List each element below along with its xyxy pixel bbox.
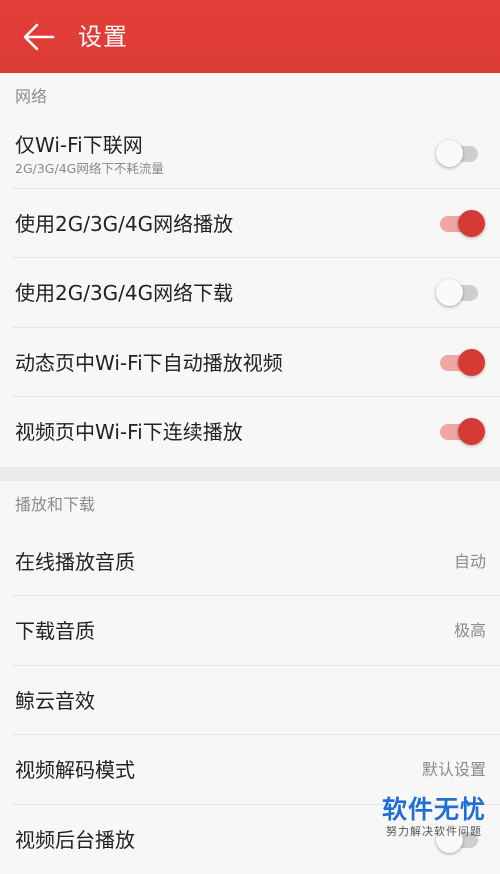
- setting-video-decode[interactable]: 视频解码模式 默认设置: [13, 735, 500, 805]
- setting-mobile-download[interactable]: 使用2G/3G/4G网络下载: [13, 258, 500, 328]
- setting-value: 默认设置: [422, 757, 486, 783]
- setting-title: 视频页中Wi-Fi下连续播放: [15, 419, 243, 445]
- toggle-video-continuous[interactable]: [438, 419, 482, 445]
- setting-mobile-play[interactable]: 使用2G/3G/4G网络播放: [13, 189, 500, 259]
- setting-wifi-only[interactable]: 仅Wi-Fi下联网 2G/3G/4G网络下不耗流量: [13, 119, 500, 189]
- toggle-thumb: [436, 279, 463, 306]
- toggle-thumb: [458, 210, 485, 237]
- setting-title: 在线播放音质: [15, 549, 135, 575]
- setting-video-continuous[interactable]: 视频页中Wi-Fi下连续播放: [13, 397, 500, 467]
- setting-title: 动态页中Wi-Fi下自动播放视频: [15, 350, 283, 376]
- app-bar: 设置: [0, 0, 500, 73]
- setting-title: 下载音质: [15, 618, 95, 644]
- setting-title: 鲸云音效: [15, 688, 95, 714]
- back-button[interactable]: [20, 18, 58, 56]
- setting-feed-autoplay[interactable]: 动态页中Wi-Fi下自动播放视频: [13, 328, 500, 398]
- toggle-thumb: [436, 140, 463, 167]
- setting-title: 仅Wi-Fi下联网: [15, 132, 143, 158]
- section-playback: 播放和下载 在线播放音质 自动 下载音质 极高 鲸云音效 视频解码模式 默认设置…: [0, 481, 500, 874]
- toggle-mobile-play[interactable]: [438, 211, 482, 237]
- section-header-network: 网络: [0, 73, 500, 119]
- toggle-wifi-only[interactable]: [438, 141, 482, 167]
- setting-video-background[interactable]: 视频后台播放: [13, 805, 500, 874]
- page-title: 设置: [78, 22, 128, 52]
- setting-sound-effect[interactable]: 鲸云音效: [13, 666, 500, 736]
- toggle-feed-autoplay[interactable]: [438, 350, 482, 376]
- setting-title: 视频后台播放: [15, 827, 135, 853]
- setting-value: 自动: [454, 549, 486, 575]
- toggle-video-background[interactable]: [438, 827, 482, 853]
- toggle-thumb: [436, 826, 463, 853]
- settings-content: 网络 仅Wi-Fi下联网 2G/3G/4G网络下不耗流量 使用2G/3G/4G网…: [0, 73, 500, 874]
- setting-subtitle: 2G/3G/4G网络下不耗流量: [15, 161, 164, 177]
- section-divider: [0, 467, 500, 481]
- arrow-left-icon: [23, 23, 55, 51]
- setting-download-quality[interactable]: 下载音质 极高: [13, 596, 500, 666]
- setting-title: 视频解码模式: [15, 757, 135, 783]
- section-network: 网络 仅Wi-Fi下联网 2G/3G/4G网络下不耗流量 使用2G/3G/4G网…: [0, 73, 500, 467]
- section-header-playback: 播放和下载: [0, 481, 500, 527]
- setting-value: 极高: [454, 618, 486, 644]
- toggle-thumb: [458, 349, 485, 376]
- setting-title: 使用2G/3G/4G网络下载: [15, 280, 233, 306]
- setting-online-quality[interactable]: 在线播放音质 自动: [13, 527, 500, 597]
- toggle-mobile-download[interactable]: [438, 280, 482, 306]
- toggle-thumb: [458, 418, 485, 445]
- setting-title: 使用2G/3G/4G网络播放: [15, 211, 233, 237]
